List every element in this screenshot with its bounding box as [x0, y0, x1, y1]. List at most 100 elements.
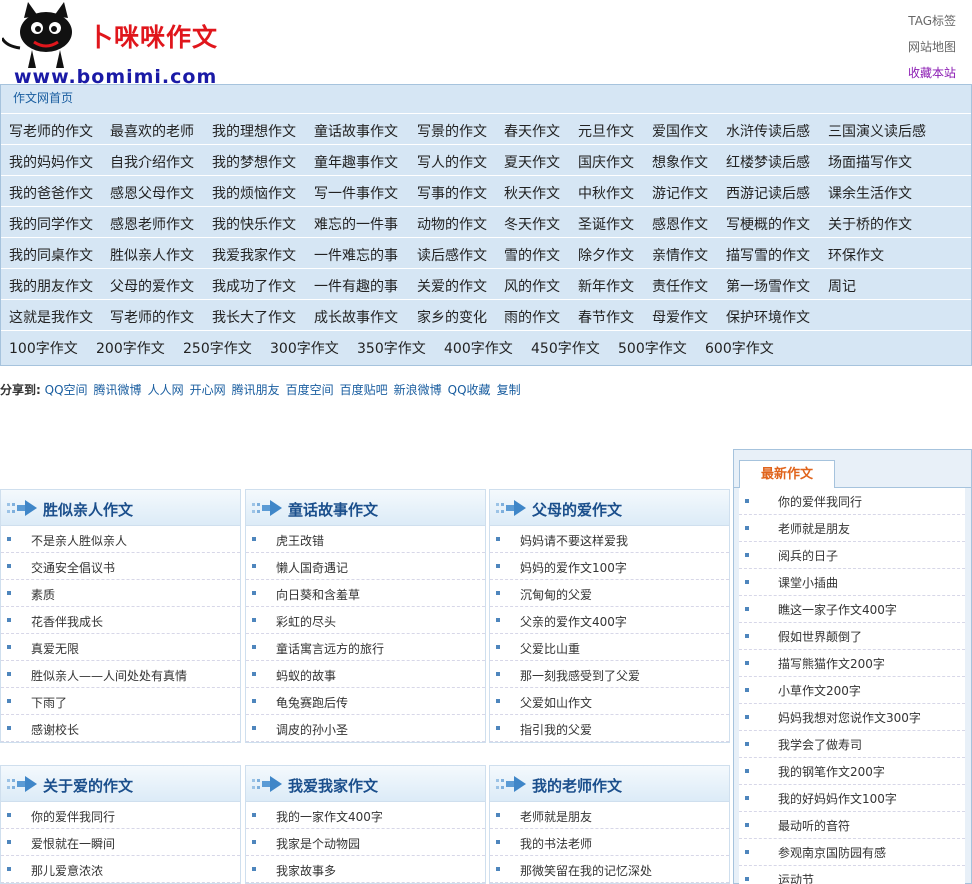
nav-category-link[interactable]: 自我介绍作文	[110, 152, 194, 172]
nav-category-link[interactable]: 第一场雪作文	[726, 276, 810, 296]
list-item[interactable]: 真爱无限	[1, 634, 240, 661]
nav-category-link[interactable]: 一件有趣的事	[314, 276, 398, 296]
article-link[interactable]: 真爱无限	[31, 640, 79, 657]
article-link[interactable]: 那微笑留在我的记忆深处	[520, 862, 652, 879]
nav-category-link[interactable]: 这就是我作文	[9, 307, 93, 327]
list-item[interactable]: 妈妈我想对您说作文300字	[739, 704, 965, 731]
list-item[interactable]: 花香伴我成长	[1, 607, 240, 634]
nav-category-link[interactable]: 新年作文	[578, 276, 634, 296]
nav-category-link[interactable]: 亲情作文	[652, 245, 708, 265]
nav-category-link[interactable]: 写事的作文	[417, 183, 487, 203]
list-item[interactable]: 你的爱伴我同行	[1, 802, 240, 829]
list-item[interactable]: 我的书法老师	[490, 829, 729, 856]
nav-category-link[interactable]: 水浒传读后感	[726, 121, 810, 141]
latest-article-link[interactable]: 最动听的音符	[778, 817, 850, 834]
article-link[interactable]: 父亲的爱作文400字	[520, 613, 627, 630]
nav-category-link[interactable]: 难忘的一件事	[314, 214, 398, 234]
nav-category-link[interactable]: 500字作文	[618, 338, 687, 358]
nav-category-link[interactable]: 动物的作文	[417, 214, 487, 234]
nav-category-link[interactable]: 红楼梦读后感	[726, 152, 810, 172]
article-link[interactable]: 那一刻我感受到了父爱	[520, 667, 640, 684]
nav-category-link[interactable]: 关于桥的作文	[828, 214, 912, 234]
nav-category-link[interactable]: 童话故事作文	[314, 121, 398, 141]
nav-category-link[interactable]: 夏天作文	[504, 152, 560, 172]
nav-category-link[interactable]: 元旦作文	[578, 121, 634, 141]
nav-category-link[interactable]: 感恩父母作文	[110, 183, 194, 203]
nav-category-link[interactable]: 写一件事作文	[314, 183, 398, 203]
latest-article-link[interactable]: 课堂小插曲	[778, 574, 838, 591]
share-link[interactable]: 百度空间	[286, 383, 334, 397]
article-link[interactable]: 不是亲人胜似亲人	[31, 532, 127, 549]
list-item[interactable]: 老师就是朋友	[739, 515, 965, 542]
nav-category-link[interactable]: 我的梦想作文	[212, 152, 296, 172]
nav-category-link[interactable]: 环保作文	[828, 245, 884, 265]
list-item[interactable]: 感谢校长	[1, 715, 240, 742]
nav-category-link[interactable]: 西游记读后感	[726, 183, 810, 203]
nav-category-link[interactable]: 圣诞作文	[578, 214, 634, 234]
list-item[interactable]: 那微笑留在我的记忆深处	[490, 856, 729, 883]
nav-category-link[interactable]: 母爱作文	[652, 307, 708, 327]
article-link[interactable]: 蚂蚁的故事	[276, 667, 336, 684]
list-item[interactable]: 小草作文200字	[739, 677, 965, 704]
nav-category-link[interactable]: 300字作文	[270, 338, 339, 358]
share-link[interactable]: 新浪微博	[394, 383, 442, 397]
list-item[interactable]: 我学会了做寿司	[739, 731, 965, 758]
nav-category-link[interactable]: 胜似亲人作文	[110, 245, 194, 265]
nav-category-link[interactable]: 400字作文	[444, 338, 513, 358]
article-link[interactable]: 我家是个动物园	[276, 835, 360, 852]
nav-category-link[interactable]: 我的烦恼作文	[212, 183, 296, 203]
tab-latest[interactable]: 最新作文	[739, 460, 835, 490]
nav-category-link[interactable]: 我爱我家作文	[212, 245, 296, 265]
article-link[interactable]: 童话寓言远方的旅行	[276, 640, 384, 657]
list-item[interactable]: 不是亲人胜似亲人	[1, 526, 240, 553]
nav-category-link[interactable]: 最喜欢的老师	[110, 121, 194, 141]
latest-article-link[interactable]: 描写熊猫作文200字	[778, 655, 885, 672]
article-link[interactable]: 懒人国奇遇记	[276, 559, 348, 576]
list-item[interactable]: 那儿爱意浓浓	[1, 856, 240, 883]
share-link[interactable]: 开心网	[190, 383, 226, 397]
list-item[interactable]: 向日葵和含羞草	[246, 580, 485, 607]
latest-article-link[interactable]: 老师就是朋友	[778, 520, 850, 537]
nav-category-link[interactable]: 我的快乐作文	[212, 214, 296, 234]
nav-category-link[interactable]: 父母的爱作文	[110, 276, 194, 296]
nav-category-link[interactable]: 秋天作文	[504, 183, 560, 203]
nav-category-link[interactable]: 写老师的作文	[9, 121, 93, 141]
nav-category-link[interactable]: 国庆作文	[578, 152, 634, 172]
nav-category-link[interactable]: 雪的作文	[504, 245, 560, 265]
nav-category-link[interactable]: 我的同学作文	[9, 214, 93, 234]
article-link[interactable]: 龟兔赛跑后传	[276, 694, 348, 711]
latest-article-link[interactable]: 小草作文200字	[778, 682, 861, 699]
share-link[interactable]: 腾讯朋友	[232, 383, 280, 397]
nav-category-link[interactable]: 中秋作文	[578, 183, 634, 203]
list-item[interactable]: 我的钢笔作文200字	[739, 758, 965, 785]
list-item[interactable]: 妈妈的爱作文100字	[490, 553, 729, 580]
article-link[interactable]: 爱恨就在一瞬间	[31, 835, 115, 852]
nav-category-link[interactable]: 一件难忘的事	[314, 245, 398, 265]
list-item[interactable]: 你的爱伴我同行	[739, 488, 965, 515]
nav-category-link[interactable]: 写景的作文	[417, 121, 487, 141]
nav-category-link[interactable]: 我的爸爸作文	[9, 183, 93, 203]
nav-category-link[interactable]: 写人的作文	[417, 152, 487, 172]
list-item[interactable]: 沉甸甸的父爱	[490, 580, 729, 607]
article-box-title[interactable]: 童话故事作文	[288, 499, 378, 520]
article-link[interactable]: 父爱比山重	[520, 640, 580, 657]
article-link[interactable]: 我家故事多	[276, 862, 336, 879]
bookmark-link[interactable]: 收藏本站	[908, 60, 956, 86]
article-link[interactable]: 胜似亲人——人间处处有真情	[31, 667, 187, 684]
share-link[interactable]: QQ空间	[45, 383, 88, 397]
nav-category-link[interactable]: 想象作文	[652, 152, 708, 172]
article-link[interactable]: 老师就是朋友	[520, 808, 592, 825]
nav-category-link[interactable]: 写梗概的作文	[726, 214, 810, 234]
breadcrumb-home[interactable]: 作文网首页	[13, 89, 73, 106]
article-link[interactable]: 你的爱伴我同行	[31, 808, 115, 825]
list-item[interactable]: 最动听的音符	[739, 812, 965, 839]
list-item[interactable]: 课堂小插曲	[739, 569, 965, 596]
list-item[interactable]: 调皮的孙小圣	[246, 715, 485, 742]
nav-category-link[interactable]: 感恩作文	[652, 214, 708, 234]
list-item[interactable]: 瞧这一家子作文400字	[739, 596, 965, 623]
list-item[interactable]: 我的好妈妈作文100字	[739, 785, 965, 812]
latest-article-link[interactable]: 你的爱伴我同行	[778, 493, 862, 510]
nav-category-link[interactable]: 我的同桌作文	[9, 245, 93, 265]
article-link[interactable]: 交通安全倡议书	[31, 559, 115, 576]
nav-category-link[interactable]: 关爱的作文	[417, 276, 487, 296]
